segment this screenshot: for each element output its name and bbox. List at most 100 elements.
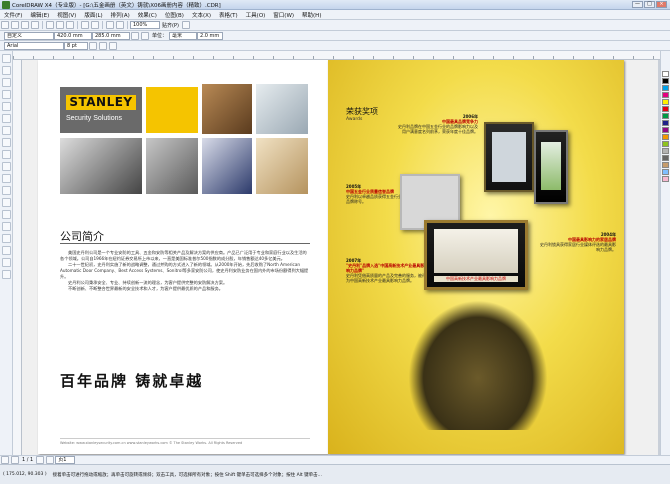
units-label: 单位： xyxy=(152,33,168,39)
blend-tool-icon[interactable] xyxy=(2,222,11,231)
page-size-select[interactable]: 自定义 xyxy=(4,31,54,40)
last-page-icon[interactable] xyxy=(46,456,55,464)
dimension-tool-icon[interactable] xyxy=(2,198,11,207)
print-icon[interactable] xyxy=(31,21,39,29)
pick-tool-icon[interactable] xyxy=(2,54,11,63)
maximize-button[interactable]: □ xyxy=(644,1,655,8)
table-tool-icon[interactable] xyxy=(2,186,11,195)
color-swatch[interactable] xyxy=(662,148,669,154)
first-page-icon[interactable] xyxy=(1,456,9,464)
section-title: 公司简介 xyxy=(60,230,104,243)
nudge-distance-field[interactable]: 2.0 mm xyxy=(197,31,224,40)
title-divider xyxy=(60,243,310,244)
menu-effects[interactable]: 效果(C) xyxy=(134,11,161,19)
award-text: 史丹利锁具获得家居行业媒体评选的最具影响力品牌。 xyxy=(540,242,616,252)
bold-icon[interactable] xyxy=(89,41,97,50)
intro-paragraph: 不断创新、不断整合世界最新的安全技术和人才，为客户提供最优质的产品和服务。 xyxy=(68,286,223,291)
menu-window[interactable]: 窗口(W) xyxy=(269,11,298,19)
font-select[interactable]: Arial xyxy=(4,41,64,50)
vertical-ruler[interactable] xyxy=(13,60,22,455)
menu-file[interactable]: 文件(F) xyxy=(0,11,26,19)
interactive-fill-tool-icon[interactable] xyxy=(2,270,11,279)
menu-help[interactable]: 帮助(H) xyxy=(298,11,325,19)
connector-tool-icon[interactable] xyxy=(2,210,11,219)
page-height-field[interactable]: 285.0 mm xyxy=(92,31,130,40)
ellipse-tool-icon[interactable] xyxy=(2,138,11,147)
basic-shapes-tool-icon[interactable] xyxy=(2,162,11,171)
smart-fill-tool-icon[interactable] xyxy=(2,114,11,123)
color-swatch[interactable] xyxy=(662,71,669,77)
color-swatch[interactable] xyxy=(662,176,669,182)
color-swatch[interactable] xyxy=(662,155,669,161)
status-hint: 接着单击可进行拖动或缩放；再单击可旋转或倾斜；双击工具，可选择所有对象；按住 S… xyxy=(52,472,322,478)
awards-subtitle: Awards xyxy=(346,117,363,122)
property-bar: 自定义 420.0 mm 285.0 mm 单位： 毫米 2.0 mm xyxy=(0,31,670,41)
page-navigator: 1 / 1 页1 xyxy=(0,455,670,464)
menu-table[interactable]: 表格(T) xyxy=(215,11,242,19)
color-swatch[interactable] xyxy=(662,85,669,91)
color-swatch[interactable] xyxy=(662,162,669,168)
previous-page-icon[interactable] xyxy=(11,456,19,464)
page-width-field[interactable]: 420.0 mm xyxy=(54,31,92,40)
export-icon[interactable] xyxy=(116,21,124,29)
text-tool-icon[interactable] xyxy=(2,174,11,183)
minimize-button[interactable]: — xyxy=(632,1,643,8)
import-icon[interactable] xyxy=(106,21,114,29)
woodgrain-photo xyxy=(256,138,308,194)
color-swatch[interactable] xyxy=(662,106,669,112)
italic-icon[interactable] xyxy=(99,41,107,50)
drawing-canvas[interactable]: STANLEY Security Solutions 公司简介 美国史丹利公司是… xyxy=(22,60,658,455)
next-page-icon[interactable] xyxy=(36,456,45,464)
plaque-certificate xyxy=(541,142,561,190)
underline-icon[interactable] xyxy=(109,41,117,50)
color-swatch[interactable] xyxy=(662,120,669,126)
close-button[interactable]: × xyxy=(656,1,667,8)
fill-tool-icon[interactable] xyxy=(2,258,11,267)
menu-layout[interactable]: 版面(L) xyxy=(80,11,106,19)
color-swatch[interactable] xyxy=(662,92,669,98)
font-size-select[interactable]: 8 pt xyxy=(64,41,88,50)
menu-edit[interactable]: 编辑(E) xyxy=(26,11,53,19)
portrait-icon[interactable] xyxy=(131,31,139,40)
color-swatch[interactable] xyxy=(662,127,669,133)
menu-tools[interactable]: 工具(O) xyxy=(242,11,270,19)
status-bar: ( 175.012, 90.303 ) 接着单击可进行拖动或缩放；再单击可旋转或… xyxy=(0,464,670,484)
copy-icon[interactable] xyxy=(56,21,64,29)
menu-view[interactable]: 视图(V) xyxy=(53,11,80,19)
zoom-tool-icon[interactable] xyxy=(2,90,11,99)
color-swatch[interactable] xyxy=(662,134,669,140)
polygon-tool-icon[interactable] xyxy=(2,150,11,159)
cut-icon[interactable] xyxy=(46,21,54,29)
team-photo xyxy=(60,138,142,194)
menu-text[interactable]: 文本(X) xyxy=(188,11,215,19)
save-icon[interactable] xyxy=(21,21,29,29)
outline-tool-icon[interactable] xyxy=(2,246,11,255)
color-swatch[interactable] xyxy=(662,169,669,175)
color-swatch[interactable] xyxy=(662,99,669,105)
paste-icon[interactable] xyxy=(66,21,74,29)
snap-to-label[interactable]: 贴齐(P) xyxy=(160,22,181,29)
slogan: 百年品牌 铸就卓越 xyxy=(60,372,204,390)
plaque-certificate xyxy=(434,229,518,273)
crop-tool-icon[interactable] xyxy=(2,78,11,87)
units-select[interactable]: 毫米 xyxy=(169,31,198,40)
menu-bitmaps[interactable]: 位图(B) xyxy=(161,11,188,19)
left-page: STANLEY Security Solutions 公司简介 美国史丹利公司是… xyxy=(38,60,328,454)
color-swatch[interactable] xyxy=(662,113,669,119)
landscape-icon[interactable] xyxy=(141,31,149,40)
options-icon[interactable] xyxy=(181,21,190,29)
color-swatch[interactable] xyxy=(662,141,669,147)
menu-arrange[interactable]: 排列(A) xyxy=(107,11,134,19)
freehand-tool-icon[interactable] xyxy=(2,102,11,111)
redo-icon[interactable] xyxy=(91,21,99,29)
rectangle-tool-icon[interactable] xyxy=(2,126,11,135)
shape-tool-icon[interactable] xyxy=(2,66,11,75)
eyedropper-tool-icon[interactable] xyxy=(2,234,11,243)
zoom-level-select[interactable]: 100% xyxy=(130,21,160,29)
color-swatch[interactable] xyxy=(662,78,669,84)
page-tab[interactable]: 页1 xyxy=(55,456,76,464)
undo-icon[interactable] xyxy=(81,21,89,29)
horizontal-ruler[interactable] xyxy=(13,51,660,60)
open-icon[interactable] xyxy=(11,21,19,29)
new-icon[interactable] xyxy=(1,21,9,29)
